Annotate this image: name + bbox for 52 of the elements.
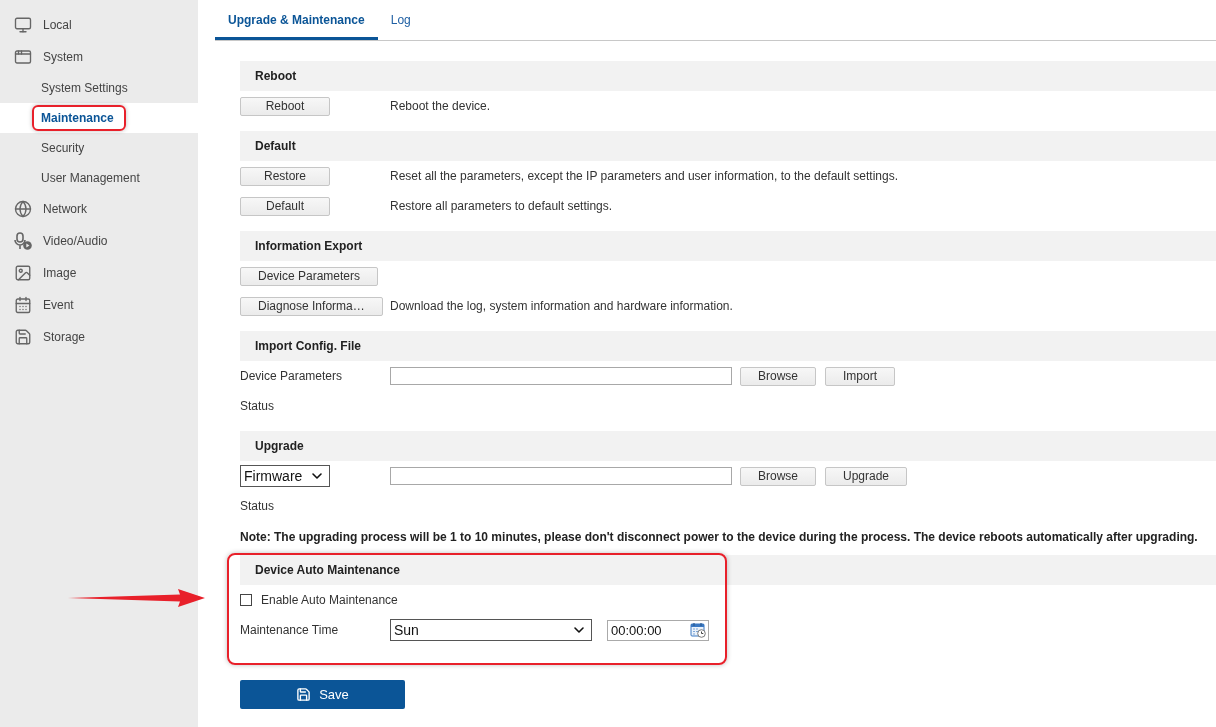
tab[interactable]: Upgrade & Maintenance [215,0,378,40]
microphone-play-icon [14,232,32,250]
sidebar-item[interactable]: Video/Audio [0,225,198,257]
globe-icon [14,200,32,218]
description-text: Reboot the device. [390,99,491,113]
monitor-icon [14,16,32,34]
file-action-button[interactable]: Browse [740,466,816,486]
save-button[interactable]: Save [240,680,405,709]
sidebar-item[interactable]: System [0,41,198,73]
image-icon [14,264,32,282]
day-select[interactable]: Sun [390,619,592,641]
calendar-clock-icon [690,622,706,638]
field-label: Maintenance Time [240,623,339,637]
section-header: Default [240,131,1216,161]
field-label: Device Parameters [240,369,343,383]
description-text: Restore all parameters to default settings. [390,199,613,213]
file-type-select[interactable]: Firmware [240,465,330,487]
action-button[interactable]: Device Parameters [240,266,379,286]
sidebar-subitem[interactable]: Security [0,133,198,163]
section-header: Reboot [240,61,1216,91]
calendar-icon [14,296,32,314]
sidebar-item[interactable]: Storage [0,321,198,353]
file-action-button[interactable]: Browse [740,366,816,386]
window-icon [14,48,32,66]
section-header: Information Export [240,231,1216,261]
sidebar-item[interactable]: Image [0,257,198,289]
checkbox-label: Enable Auto Maintenance [261,593,398,607]
action-button[interactable]: Default [240,196,330,216]
section-header: Import Config. File [240,331,1216,361]
description-text: Reset all the parameters, except the IP parameters and user information, to the default settings. [390,169,899,183]
description-text: Download the log, system information and hardware information. [390,299,733,313]
note-text: Note: The upgrading process will be 1 to 10 minutes, please don't disconnect power to the device during the process. The device reboots automatically after upgrading. [240,530,1198,544]
file-action-button[interactable]: Import [825,366,896,386]
file-path-field[interactable] [390,467,732,485]
time-field[interactable]: 00:00:00 [607,619,709,641]
checkbox[interactable] [240,594,252,606]
status-label: Status [240,499,275,513]
sidebar-subitem[interactable]: Maintenance [0,103,198,133]
sidebar-subitem[interactable]: User Management [0,163,198,193]
action-button[interactable]: Reboot [240,96,330,116]
sidebar-item[interactable]: Local [0,9,198,41]
action-button[interactable]: Restore [240,166,330,186]
file-action-button[interactable]: Upgrade [825,466,908,486]
sidebar-item[interactable]: Network [0,193,198,225]
sidebar-subitem[interactable]: System Settings [0,73,198,103]
file-path-field[interactable] [390,367,732,385]
sidebar-item[interactable]: Event [0,289,198,321]
tab[interactable]: Log [377,0,424,40]
status-label: Status [240,399,275,413]
section-header: Upgrade [240,431,1216,461]
action-button[interactable]: Diagnose Informa… [240,296,383,316]
section-header: Device Auto Maintenance [240,555,1216,585]
